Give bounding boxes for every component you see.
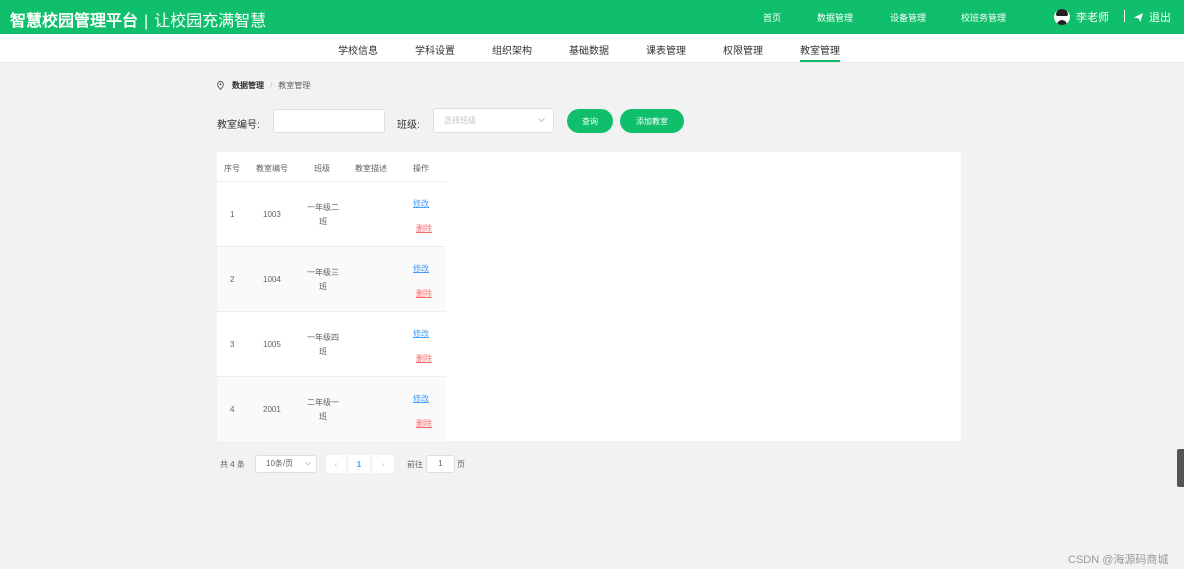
- edit-link[interactable]: 修改: [413, 393, 429, 404]
- cell-class: 一年级二班: [307, 203, 339, 226]
- cell-index: 3: [230, 340, 235, 349]
- breadcrumb-parent[interactable]: 数据管理: [232, 80, 264, 91]
- logout-label: 退出: [1149, 12, 1171, 24]
- table-header: 序号 教室编号 班级 教室描述 操作: [217, 152, 446, 182]
- cell-room-no: 1003: [263, 210, 281, 219]
- col-description: 教室描述: [355, 164, 387, 173]
- tab-subject-settings[interactable]: 学科设置: [415, 42, 455, 57]
- prev-page-button[interactable]: ‹: [326, 455, 346, 473]
- delete-link[interactable]: 删除: [416, 223, 432, 234]
- tab-basic-data[interactable]: 基础数据: [569, 42, 609, 57]
- cell-index: 4: [230, 405, 235, 414]
- tab-timetable[interactable]: 课表管理: [646, 42, 686, 57]
- table-row: 3 1005 一年级四班 修改 删除: [217, 312, 446, 377]
- cell-room-no: 1005: [263, 340, 281, 349]
- delete-link[interactable]: 删除: [416, 288, 432, 299]
- cell-room-no: 2001: [263, 405, 281, 414]
- delete-link[interactable]: 删除: [416, 418, 432, 429]
- table-row: 2 1004 一年级三班 修改 删除: [217, 247, 446, 312]
- edit-link[interactable]: 修改: [413, 263, 429, 274]
- col-room-no: 教室编号: [256, 164, 288, 173]
- chevron-down-icon: [305, 462, 311, 466]
- col-actions: 操作: [413, 164, 429, 173]
- avatar: [1054, 9, 1070, 25]
- tab-school-info[interactable]: 学校信息: [338, 42, 378, 57]
- pagination-total: 共 4 条: [220, 460, 245, 469]
- nav-class-affairs[interactable]: 校班务管理: [961, 11, 1006, 24]
- breadcrumb-separator: /: [270, 81, 273, 90]
- next-page-button[interactable]: ›: [372, 455, 394, 473]
- table-row: 4 2001 二年级一班 修改 删除: [217, 377, 446, 441]
- location-icon: [217, 81, 224, 90]
- cell-class: 二年级一班: [307, 398, 339, 421]
- watermark: CSDN @海源码商城: [1068, 554, 1169, 566]
- breadcrumb: 数据管理 / 教室管理: [217, 80, 310, 91]
- classroom-table: 序号 教室编号 班级 教室描述 操作 1 1003 一年级二班 修改 删除 2 …: [217, 152, 446, 441]
- col-index: 序号: [224, 164, 240, 173]
- cell-class: 一年级四班: [307, 333, 339, 356]
- top-header: 智慧校园管理平台 | 让校园充满智慧 首页 数据管理 设备管理 校班务管理 李老师 …: [0, 0, 1184, 34]
- user-menu[interactable]: 李老师: [1054, 7, 1109, 27]
- goto-page-input[interactable]: 1: [426, 455, 455, 473]
- room-no-label: 教室编号:: [217, 120, 260, 131]
- table-row: 1 1003 一年级二班 修改 删除: [217, 182, 446, 247]
- page-suffix: 页: [457, 460, 465, 469]
- tab-permissions[interactable]: 权限管理: [723, 42, 763, 57]
- col-class: 班级: [314, 164, 330, 173]
- app-slogan: 让校园充满智慧: [154, 13, 267, 30]
- user-name: 李老师: [1076, 12, 1109, 24]
- delete-link[interactable]: 删除: [416, 353, 432, 364]
- edit-link[interactable]: 修改: [413, 198, 429, 209]
- add-classroom-button[interactable]: 添加教室: [620, 109, 684, 133]
- breadcrumb-current: 教室管理: [278, 81, 311, 90]
- tab-classroom-management[interactable]: 教室管理: [800, 42, 840, 57]
- class-label: 班级:: [397, 120, 420, 131]
- side-panel-handle[interactable]: [1177, 449, 1184, 487]
- cell-index: 2: [230, 275, 235, 284]
- tab-organization[interactable]: 组织架构: [492, 42, 532, 57]
- table-panel: 序号 教室编号 班级 教室描述 操作 1 1003 一年级二班 修改 删除 2 …: [217, 152, 961, 441]
- send-icon: [1134, 12, 1143, 22]
- page-number-1[interactable]: 1: [348, 455, 370, 473]
- sub-nav: 学校信息 学科设置 组织架构 基础数据 课表管理 权限管理 教室管理: [0, 34, 1184, 63]
- cell-room-no: 1004: [263, 275, 281, 284]
- nav-device-management[interactable]: 设备管理: [890, 11, 926, 24]
- brand-separator: |: [144, 13, 149, 30]
- cell-index: 1: [230, 210, 235, 219]
- nav-home[interactable]: 首页: [763, 11, 781, 24]
- header-divider: [1124, 10, 1125, 22]
- class-select-placeholder: 选择班级: [444, 116, 476, 125]
- chevron-down-icon: [538, 118, 545, 123]
- logout-button[interactable]: 退出: [1134, 9, 1171, 25]
- query-button[interactable]: 查询: [567, 109, 613, 133]
- active-tab-indicator: [800, 60, 840, 62]
- edit-link[interactable]: 修改: [413, 328, 429, 339]
- page-size-select[interactable]: 10条/页: [255, 455, 317, 473]
- class-select[interactable]: 选择班级: [433, 108, 554, 133]
- room-no-input[interactable]: [273, 109, 385, 133]
- nav-data-management[interactable]: 数据管理: [817, 11, 853, 24]
- page-size-value: 10条/页: [266, 459, 294, 468]
- goto-label: 前往: [407, 460, 423, 469]
- cell-class: 一年级三班: [307, 268, 339, 291]
- app-title: 智慧校园管理平台: [10, 13, 139, 30]
- brand: 智慧校园管理平台 | 让校园充满智慧: [10, 7, 266, 31]
